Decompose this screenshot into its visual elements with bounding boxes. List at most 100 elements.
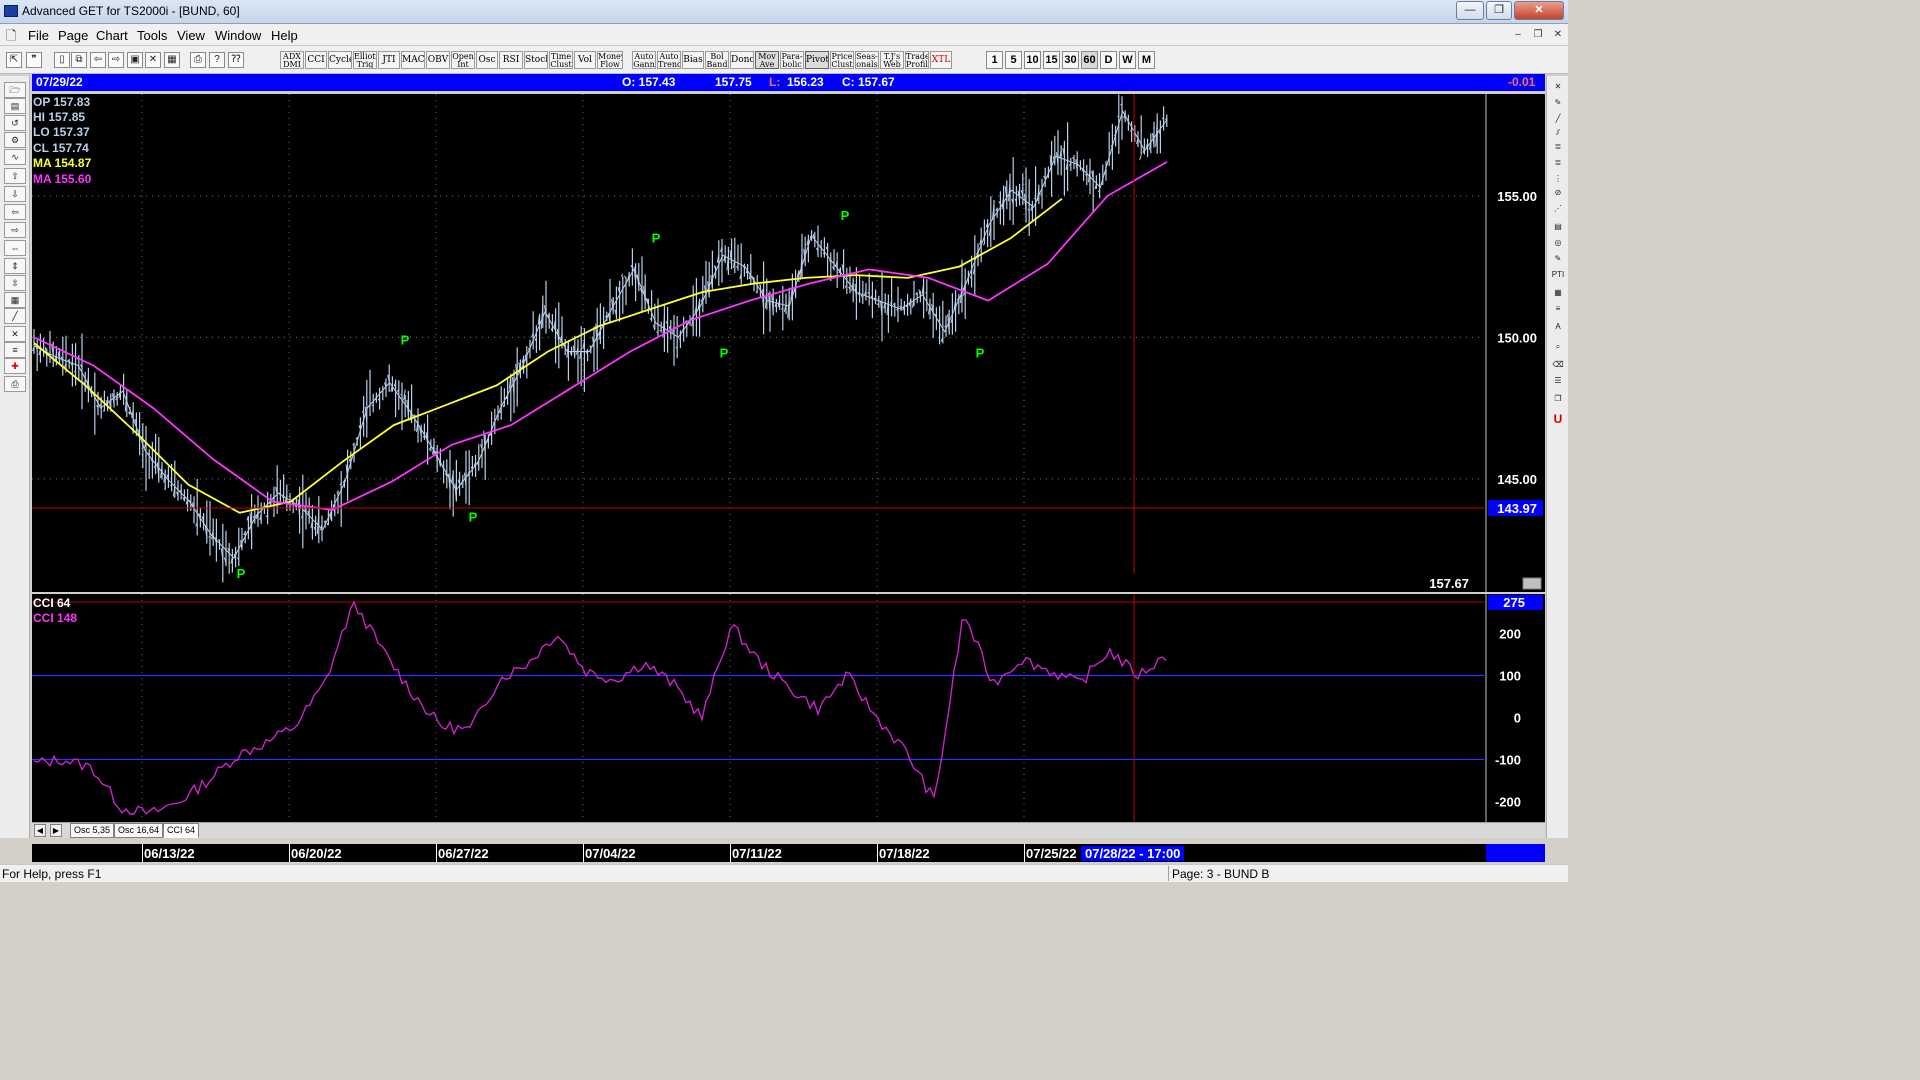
compress-icon[interactable]: ⇳	[4, 275, 26, 291]
study-button-stoch[interactable]: Stoch	[524, 51, 548, 69]
study-button-para-bolic[interactable]: Para-bolic	[780, 51, 804, 69]
child-close-icon[interactable]: ✕	[1550, 27, 1566, 42]
trend-line-icon[interactable]: ╱	[1549, 112, 1567, 127]
minimize-button[interactable]: —	[1456, 1, 1484, 20]
back-icon[interactable]: ⇦	[90, 52, 106, 68]
ellipse-icon[interactable]: ◎	[1549, 236, 1567, 251]
tab-scroll-right-icon[interactable]: ▶	[50, 824, 62, 837]
menu-window[interactable]: Window	[215, 28, 261, 43]
pti-icon[interactable]: PTI	[1549, 268, 1567, 283]
window-icon[interactable]: ▣	[127, 52, 143, 68]
period-button-60[interactable]: 60	[1081, 51, 1098, 69]
study-button-auto-trend[interactable]: Auto Trend	[657, 51, 681, 69]
study-button-money-flow[interactable]: Money Flow	[597, 51, 623, 69]
menu-chart[interactable]: Chart	[96, 28, 128, 43]
menu-tools[interactable]: Tools	[137, 28, 167, 43]
text-icon[interactable]: A	[1549, 320, 1567, 335]
elliott-icon[interactable]: ∿	[4, 149, 26, 165]
study-button-macd[interactable]: MACD	[401, 51, 425, 69]
period-button-1[interactable]: 1	[986, 51, 1003, 69]
grid-icon[interactable]: ▦	[164, 52, 180, 68]
grid-icon[interactable]: ▦	[1549, 286, 1567, 301]
mob-icon[interactable]: ≡	[1549, 302, 1567, 317]
tab-cci-64[interactable]: CCI 64	[163, 823, 200, 838]
lines-icon[interactable]: ╱	[4, 308, 26, 324]
child-minimize-icon[interactable]: –	[1510, 27, 1526, 42]
close-x-icon[interactable]: ✕	[1549, 80, 1567, 95]
study-button-jti[interactable]: JTI	[378, 51, 400, 69]
arrow-left-icon[interactable]: ⇦	[4, 204, 26, 220]
study-button-donch[interactable]: Donch	[730, 51, 754, 69]
study-button-cycles[interactable]: Cycles	[328, 51, 352, 69]
reset-icon[interactable]: ↺	[4, 115, 26, 131]
period-button-w[interactable]: W	[1119, 51, 1136, 69]
eraser-icon[interactable]: ⌫	[1549, 358, 1567, 373]
gann-icon[interactable]: ⊘	[1549, 186, 1567, 201]
period-button-m[interactable]: M	[1138, 51, 1155, 69]
study-button-xtl[interactable]: XTL	[930, 51, 952, 69]
context-help-icon[interactable]: ⁇	[228, 52, 244, 68]
study-button-cci[interactable]: CCI	[305, 51, 327, 69]
study-button-auto-gann[interactable]: Auto Gann	[632, 51, 656, 69]
tab-osc-16-64[interactable]: Osc 16,64	[114, 823, 164, 838]
period-button-10[interactable]: 10	[1024, 51, 1041, 69]
pointer-icon[interactable]: ⇱	[6, 52, 22, 68]
child-restore-icon[interactable]: ❐	[1530, 27, 1546, 42]
chart-corner-icon[interactable]	[1522, 577, 1542, 590]
menu-view[interactable]: View	[177, 28, 205, 43]
study-button-time-clust[interactable]: Time Clust	[549, 51, 573, 69]
study-button-osc[interactable]: Osc	[476, 51, 498, 69]
magnify-icon[interactable]: ⌕	[1549, 340, 1567, 355]
print-icon[interactable]: ⎙	[190, 52, 206, 68]
study-button-elliott-trig[interactable]: Elliott Trig	[353, 51, 377, 69]
study-button-price-clust[interactable]: Price Clust	[830, 51, 854, 69]
fib-icon[interactable]: ≡	[4, 342, 26, 358]
period-button-30[interactable]: 30	[1062, 51, 1079, 69]
quote-icon[interactable]: ❞	[26, 52, 42, 68]
study-button-pivot[interactable]: Pivot	[805, 51, 829, 69]
undo-icon[interactable]: U	[1549, 412, 1567, 427]
cross-icon[interactable]: ✕	[145, 52, 161, 68]
menu-page[interactable]: Page	[58, 28, 88, 43]
study-button-bol-band[interactable]: Bol Band	[705, 51, 729, 69]
pages-icon[interactable]: ❐	[1549, 392, 1567, 407]
close-button[interactable]: ✕	[1514, 1, 1564, 20]
chart-box-icon[interactable]: ▦	[4, 292, 26, 308]
box-icon[interactable]: ▤	[1549, 220, 1567, 235]
help-bulb-icon[interactable]: ?	[209, 52, 225, 68]
study-button-adx-dmi[interactable]: ADX DMI	[280, 51, 304, 69]
study-button-rsi[interactable]: RSI	[499, 51, 523, 69]
study-button-open-int[interactable]: Open Int	[451, 51, 475, 69]
period-button-d[interactable]: D	[1100, 51, 1117, 69]
zoom-out-icon[interactable]: ⇕	[4, 258, 26, 274]
fan-icon[interactable]: ⋰	[1549, 202, 1567, 217]
arrow-down-icon[interactable]: ⇩	[4, 186, 26, 202]
fib-time-icon[interactable]: ⋮	[1549, 172, 1567, 187]
menu-help[interactable]: Help	[271, 28, 298, 43]
study-button-obv[interactable]: OBV	[426, 51, 450, 69]
copy-icon[interactable]: ⧉	[71, 52, 87, 68]
maximize-button[interactable]: ❐	[1486, 1, 1512, 20]
period-button-15[interactable]: 15	[1043, 51, 1060, 69]
fib-retrace-icon[interactable]: ≣	[1549, 140, 1567, 155]
price-chart-pane[interactable]: 155.00 150.00 145.00 P P P P P P P 143.97 157.67 OP…	[32, 94, 1545, 592]
pencil-icon[interactable]: ✎	[1549, 96, 1567, 111]
arrow-up-icon[interactable]: ⇧	[4, 168, 26, 184]
cci-indicator-pane[interactable]: 200 100 0 -100 -200 275 CCI 64 CCI 148	[32, 594, 1545, 822]
menu-file[interactable]: File	[28, 28, 49, 43]
study-button-t-j-s-web[interactable]: T.J's Web	[880, 51, 904, 69]
period-button-5[interactable]: 5	[1005, 51, 1022, 69]
open-folder-icon[interactable]: 🗁	[4, 82, 26, 98]
study-button-bias[interactable]: Bias	[682, 51, 704, 69]
study-button-mov-ave[interactable]: Mov Ave	[755, 51, 779, 69]
study-icon[interactable]: ⚙	[4, 132, 26, 148]
tab-osc-5-35[interactable]: Osc 5,35	[70, 823, 115, 838]
zoom-in-icon[interactable]: ⇔	[4, 240, 26, 256]
tab-scroll-left-icon[interactable]: ◀	[34, 824, 46, 837]
bars-icon[interactable]: ▤	[4, 98, 26, 114]
crosshair-icon[interactable]: ✚	[4, 358, 26, 374]
list-icon[interactable]: ☰	[1549, 374, 1567, 389]
print-icon[interactable]: ⎙	[4, 376, 26, 392]
fib-extension-icon[interactable]: ≣	[1549, 156, 1567, 171]
new-page-icon[interactable]: ▯	[54, 52, 70, 68]
